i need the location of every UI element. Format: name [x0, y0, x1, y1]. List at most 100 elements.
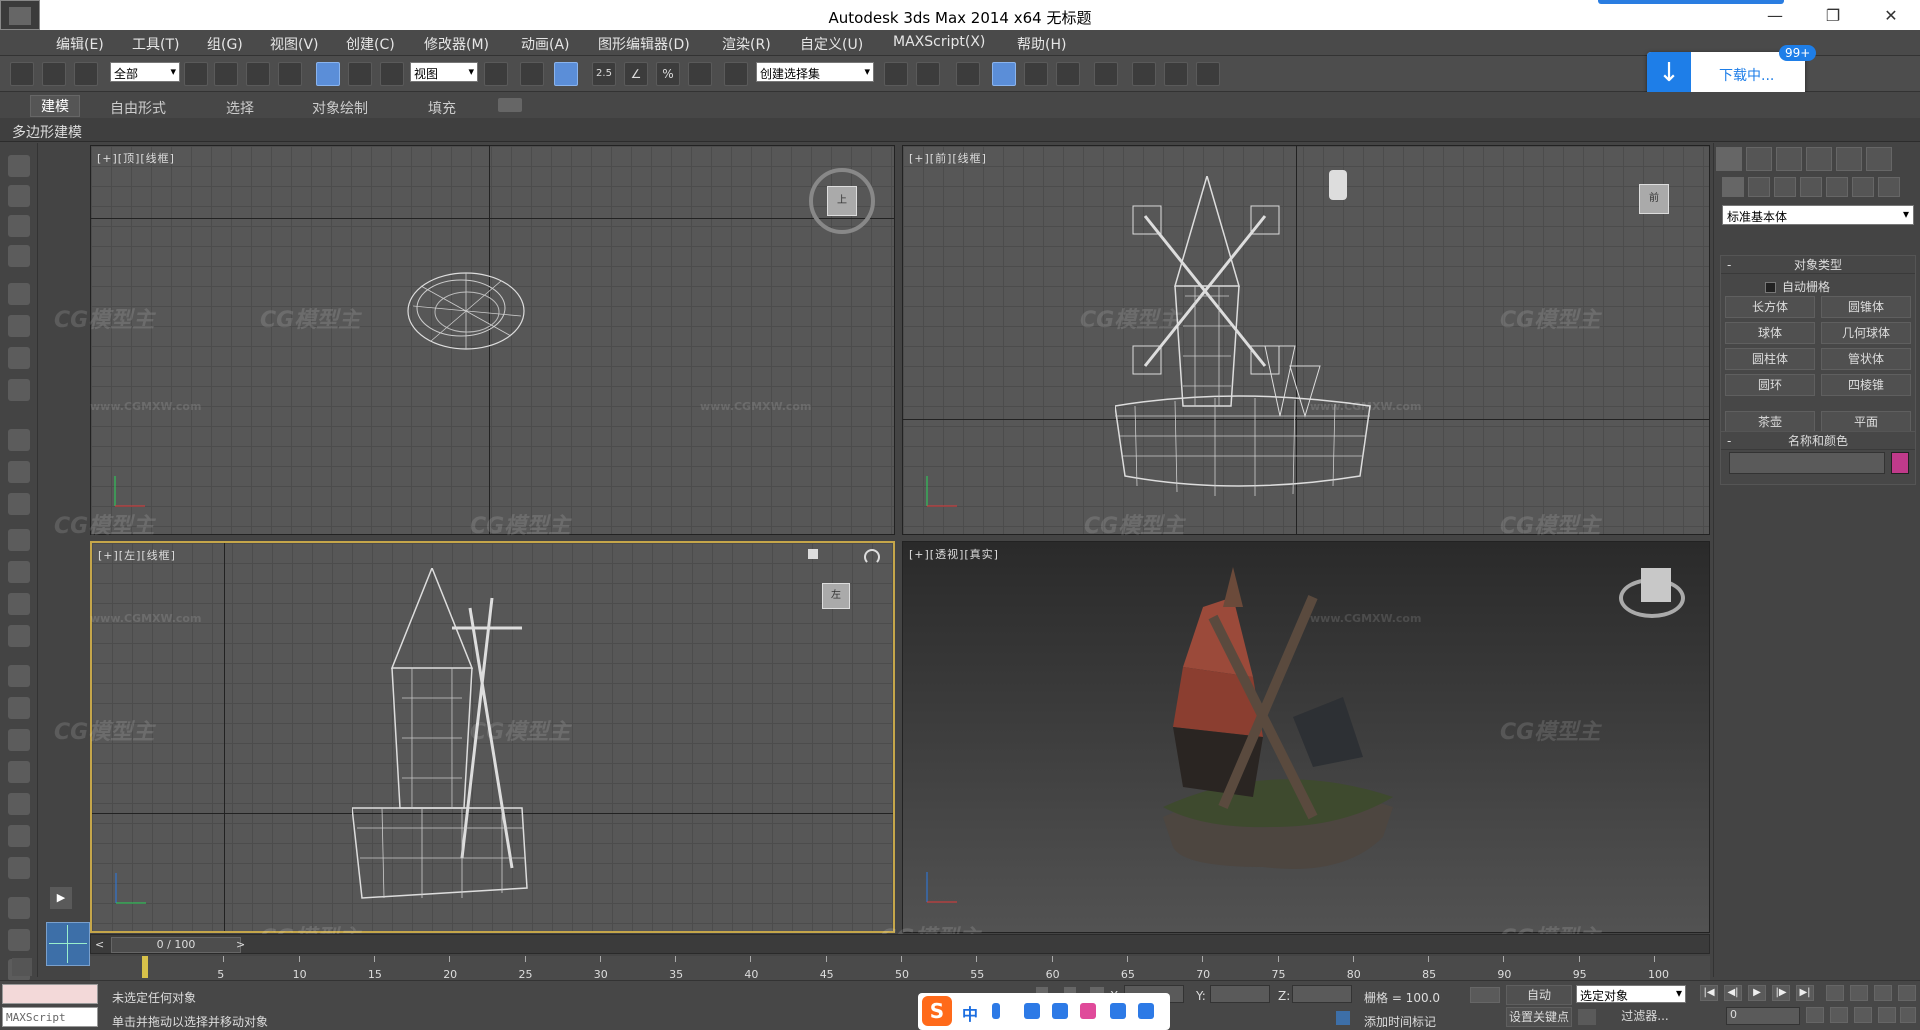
create-tab-icon[interactable]: [1716, 147, 1742, 171]
time-tag-icon[interactable]: [1336, 1011, 1350, 1025]
ime-mode[interactable]: 中: [962, 1001, 978, 1025]
ribbon-toggle-icon[interactable]: [992, 62, 1016, 86]
helper-icon[interactable]: [8, 315, 30, 337]
windmill-top-wireframe[interactable]: [401, 266, 531, 356]
render-icon[interactable]: [8, 185, 30, 207]
object-type-title[interactable]: - 对象类型: [1721, 256, 1915, 274]
keyboard-icon[interactable]: [1052, 1003, 1068, 1019]
microphone-icon[interactable]: [1024, 1003, 1040, 1019]
teapot-button[interactable]: 茶壶: [1725, 411, 1815, 433]
fov-icon[interactable]: [1878, 1007, 1896, 1023]
layer-manager-icon[interactable]: [956, 62, 980, 86]
menu-maxscript[interactable]: MAXScript(X): [893, 34, 985, 50]
name-color-title[interactable]: - 名称和颜色: [1721, 432, 1915, 450]
object-color-swatch[interactable]: [1891, 452, 1909, 474]
systems-icon[interactable]: [1878, 177, 1900, 197]
selection-filter-select[interactable]: 全部: [110, 62, 180, 82]
windmill-front-wireframe[interactable]: [1115, 176, 1375, 516]
minimize-button[interactable]: —: [1746, 0, 1804, 30]
windmill-rendered-model[interactable]: [1143, 567, 1413, 887]
edit-named-selection-icon[interactable]: [724, 62, 748, 86]
render-setup-icon[interactable]: [1132, 62, 1156, 86]
play-icon[interactable]: ▶: [1748, 985, 1766, 1001]
next-frame-button[interactable]: >: [236, 938, 245, 951]
helpers-icon[interactable]: [1826, 177, 1848, 197]
molecule-icon[interactable]: [8, 697, 30, 719]
menu-view[interactable]: 视图(V): [270, 34, 319, 54]
teapot-icon[interactable]: [8, 155, 30, 177]
autogrid-checkbox[interactable]: 自动栅格: [1765, 278, 1830, 295]
menu-group[interactable]: 组(G): [207, 34, 243, 54]
key-mode-icon[interactable]: [1578, 1009, 1596, 1025]
menu-rendering[interactable]: 渲染(R): [722, 34, 771, 54]
add-time-tag-label[interactable]: 添加时间标记: [1364, 1013, 1436, 1030]
sogou-logo-icon[interactable]: S: [922, 996, 952, 1026]
menu-help[interactable]: 帮助(H): [1017, 34, 1066, 54]
viewport-top-label[interactable]: [+][顶][线框]: [97, 150, 175, 166]
lights-icon[interactable]: [1774, 177, 1796, 197]
menu-graph-editors[interactable]: 图形编辑器(D): [598, 34, 690, 54]
set-key-button[interactable]: 设置关键点: [1506, 1007, 1572, 1027]
utilities-tab-icon[interactable]: [1866, 147, 1892, 171]
menu-animation[interactable]: 动画(A): [521, 34, 570, 54]
teapot-small-icon[interactable]: [8, 529, 30, 551]
schematic-view-icon[interactable]: [1056, 62, 1080, 86]
home-icon[interactable]: [808, 549, 818, 559]
torus-icon[interactable]: [8, 625, 30, 647]
select-move-icon[interactable]: [316, 62, 340, 86]
tube-button[interactable]: 管状体: [1821, 348, 1911, 370]
select-scale-icon[interactable]: [380, 62, 404, 86]
motion-tab-icon[interactable]: [1806, 147, 1832, 171]
viewcube-perspective[interactable]: [1619, 568, 1685, 618]
window-crossing-icon[interactable]: [278, 62, 302, 86]
viewport-left[interactable]: [+][左][线框] 左: [90, 541, 895, 933]
rendered-frame-icon[interactable]: [1164, 62, 1188, 86]
link-icon[interactable]: [10, 62, 34, 86]
ribbon-options-icon[interactable]: [498, 98, 522, 112]
select-manipulate-icon[interactable]: [520, 62, 544, 86]
viewport-front-label[interactable]: [+][前][线框]: [909, 150, 987, 166]
angle-snap-icon[interactable]: ∠: [624, 62, 648, 86]
windmill-left-wireframe[interactable]: [352, 568, 542, 918]
viewcube-front[interactable]: 前: [1639, 184, 1669, 214]
maxscript-listener[interactable]: [2, 984, 98, 1004]
spacewarps-icon[interactable]: [1852, 177, 1874, 197]
skin-icon[interactable]: [1080, 1003, 1096, 1019]
restore-button[interactable]: ❐: [1804, 0, 1862, 30]
polygon-modeling-label[interactable]: 多边形建模: [12, 122, 82, 142]
named-selection-select[interactable]: 创建选择集: [756, 62, 874, 82]
menu-customize[interactable]: 自定义(U): [800, 34, 863, 54]
snaps-toggle-icon[interactable]: 2.5: [592, 62, 616, 86]
hierarchy-icon[interactable]: [8, 929, 30, 951]
cylinder-button[interactable]: 圆柱体: [1725, 348, 1815, 370]
box-button[interactable]: 长方体: [1725, 296, 1815, 318]
percent-snap-icon[interactable]: %: [656, 62, 680, 86]
dome-icon[interactable]: [8, 461, 30, 483]
select-object-icon[interactable]: [184, 62, 208, 86]
display-tab-icon[interactable]: [1836, 147, 1862, 171]
geosphere-button[interactable]: 几何球体: [1821, 322, 1911, 344]
sphere-button[interactable]: 球体: [1725, 322, 1815, 344]
zoom-extents-icon[interactable]: [1874, 985, 1892, 1001]
align-icon[interactable]: [916, 62, 940, 86]
key-filter-select[interactable]: 选定对象: [1576, 985, 1686, 1003]
viewport-perspective-label[interactable]: [+][透视][真实]: [909, 546, 999, 562]
menu-create[interactable]: 创建(C): [346, 34, 395, 54]
cameras-icon[interactable]: [1800, 177, 1822, 197]
prev-key-icon[interactable]: ◀|: [1724, 985, 1742, 1001]
viewport-perspective[interactable]: [+][透视][真实]: [902, 541, 1710, 933]
keyboard-shortcut-icon[interactable]: [554, 62, 578, 86]
select-rotate-icon[interactable]: [348, 62, 372, 86]
time-slider-bar[interactable]: < 0 / 100 >: [90, 934, 1710, 954]
unlink-icon[interactable]: [42, 62, 66, 86]
close-button[interactable]: ✕: [1862, 0, 1920, 30]
box-icon[interactable]: [8, 429, 30, 451]
punctuation-icon[interactable]: [992, 1003, 1000, 1019]
bind-spacewarp-icon[interactable]: [74, 62, 98, 86]
menu-tools[interactable]: 工具(T): [132, 34, 179, 54]
viewport-layout-icon[interactable]: [46, 922, 90, 966]
orbit-view-icon[interactable]: [1854, 1007, 1872, 1023]
sun-icon[interactable]: [8, 593, 30, 615]
tab-populate[interactable]: 填充: [428, 98, 456, 118]
list-icon[interactable]: [8, 215, 30, 237]
